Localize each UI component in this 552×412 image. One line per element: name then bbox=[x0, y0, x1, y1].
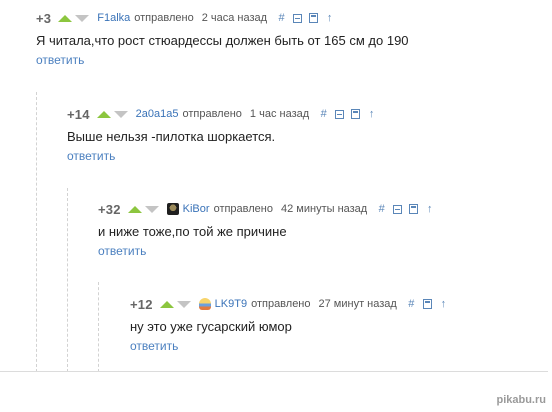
go-to-parent-icon[interactable]: ↑ bbox=[325, 12, 334, 24]
comment-rating: +14 bbox=[67, 106, 90, 122]
downvote-icon[interactable] bbox=[75, 14, 90, 22]
save-icon[interactable] bbox=[409, 204, 419, 214]
comment-text: Выше нельзя -пилотка шоркается. bbox=[67, 129, 276, 144]
comment-time[interactable]: 27 минут назад bbox=[319, 298, 397, 310]
thread-line-level-3 bbox=[98, 282, 99, 372]
author-link[interactable]: F1alka bbox=[97, 12, 130, 24]
downvote-icon[interactable] bbox=[176, 300, 191, 308]
comment-link-icon[interactable]: # bbox=[377, 203, 386, 215]
comment-2: +14 2a0a1a5 отправлено 1 час назад # ↑ В… bbox=[67, 106, 383, 165]
downvote-icon[interactable] bbox=[144, 205, 159, 213]
comment-link-icon[interactable]: # bbox=[319, 108, 328, 120]
author-link[interactable]: LK9T9 bbox=[215, 298, 247, 310]
save-icon[interactable] bbox=[309, 13, 319, 23]
sent-label: отправлено bbox=[134, 12, 194, 24]
go-to-parent-icon[interactable]: ↑ bbox=[367, 108, 376, 120]
collapse-icon[interactable] bbox=[293, 13, 303, 23]
thread-end-divider bbox=[0, 371, 548, 372]
comment-header: +32 KiBor отправлено 42 минуты назад # ↑ bbox=[98, 201, 441, 217]
avatar[interactable] bbox=[198, 298, 211, 310]
comment-time[interactable]: 42 минуты назад bbox=[281, 203, 367, 215]
comment-3: +32 KiBor отправлено 42 минуты назад # ↑… bbox=[98, 201, 441, 260]
go-to-parent-icon[interactable]: ↑ bbox=[439, 298, 448, 310]
comment-rating: +12 bbox=[130, 296, 153, 312]
reply-link[interactable]: ответить bbox=[130, 339, 178, 353]
go-to-parent-icon[interactable]: ↑ bbox=[425, 203, 434, 215]
site-watermark: pikabu.ru bbox=[496, 394, 546, 406]
upvote-icon[interactable] bbox=[159, 300, 174, 308]
thread-line-level-1 bbox=[36, 92, 37, 372]
comment-header: +3 F1alka отправлено 2 часа назад # ↑ bbox=[36, 10, 409, 26]
comment-rating: +3 bbox=[36, 10, 52, 26]
upvote-icon[interactable] bbox=[127, 205, 142, 213]
comment-link-icon[interactable]: # bbox=[407, 298, 416, 310]
comment-4: +12 LK9T9 отправлено 27 минут назад # ↑ … bbox=[130, 296, 455, 355]
sent-label: отправлено bbox=[251, 298, 311, 310]
author-link[interactable]: KiBor bbox=[183, 203, 210, 215]
comment-link-icon[interactable]: # bbox=[277, 12, 286, 24]
comment-rating: +32 bbox=[98, 201, 121, 217]
comment-1: +3 F1alka отправлено 2 часа назад # ↑ Я … bbox=[36, 10, 409, 69]
sent-label: отправлено bbox=[182, 108, 242, 120]
comment-header: +12 LK9T9 отправлено 27 минут назад # ↑ bbox=[130, 296, 455, 312]
author-link[interactable]: 2a0a1a5 bbox=[136, 108, 179, 120]
downvote-icon[interactable] bbox=[113, 110, 128, 118]
save-icon[interactable] bbox=[422, 299, 432, 309]
upvote-icon[interactable] bbox=[58, 14, 73, 22]
collapse-icon[interactable] bbox=[335, 109, 345, 119]
reply-link[interactable]: ответить bbox=[98, 244, 146, 258]
upvote-icon[interactable] bbox=[96, 110, 111, 118]
save-icon[interactable] bbox=[351, 109, 361, 119]
comment-time[interactable]: 1 час назад bbox=[250, 108, 309, 120]
reply-link[interactable]: ответить bbox=[67, 149, 115, 163]
sent-label: отправлено bbox=[213, 203, 273, 215]
comment-text: ну это уже гусарский юмор bbox=[130, 319, 292, 334]
comment-text: Я читала,что рост стюардессы должен быть… bbox=[36, 33, 409, 48]
reply-link[interactable]: ответить bbox=[36, 53, 84, 67]
comment-header: +14 2a0a1a5 отправлено 1 час назад # ↑ bbox=[67, 106, 383, 122]
comment-time[interactable]: 2 часа назад bbox=[202, 12, 267, 24]
comment-text: и ниже тоже,по той же причине bbox=[98, 224, 287, 239]
collapse-icon[interactable] bbox=[393, 204, 403, 214]
thread-line-level-2 bbox=[67, 188, 68, 372]
avatar[interactable] bbox=[166, 203, 179, 215]
